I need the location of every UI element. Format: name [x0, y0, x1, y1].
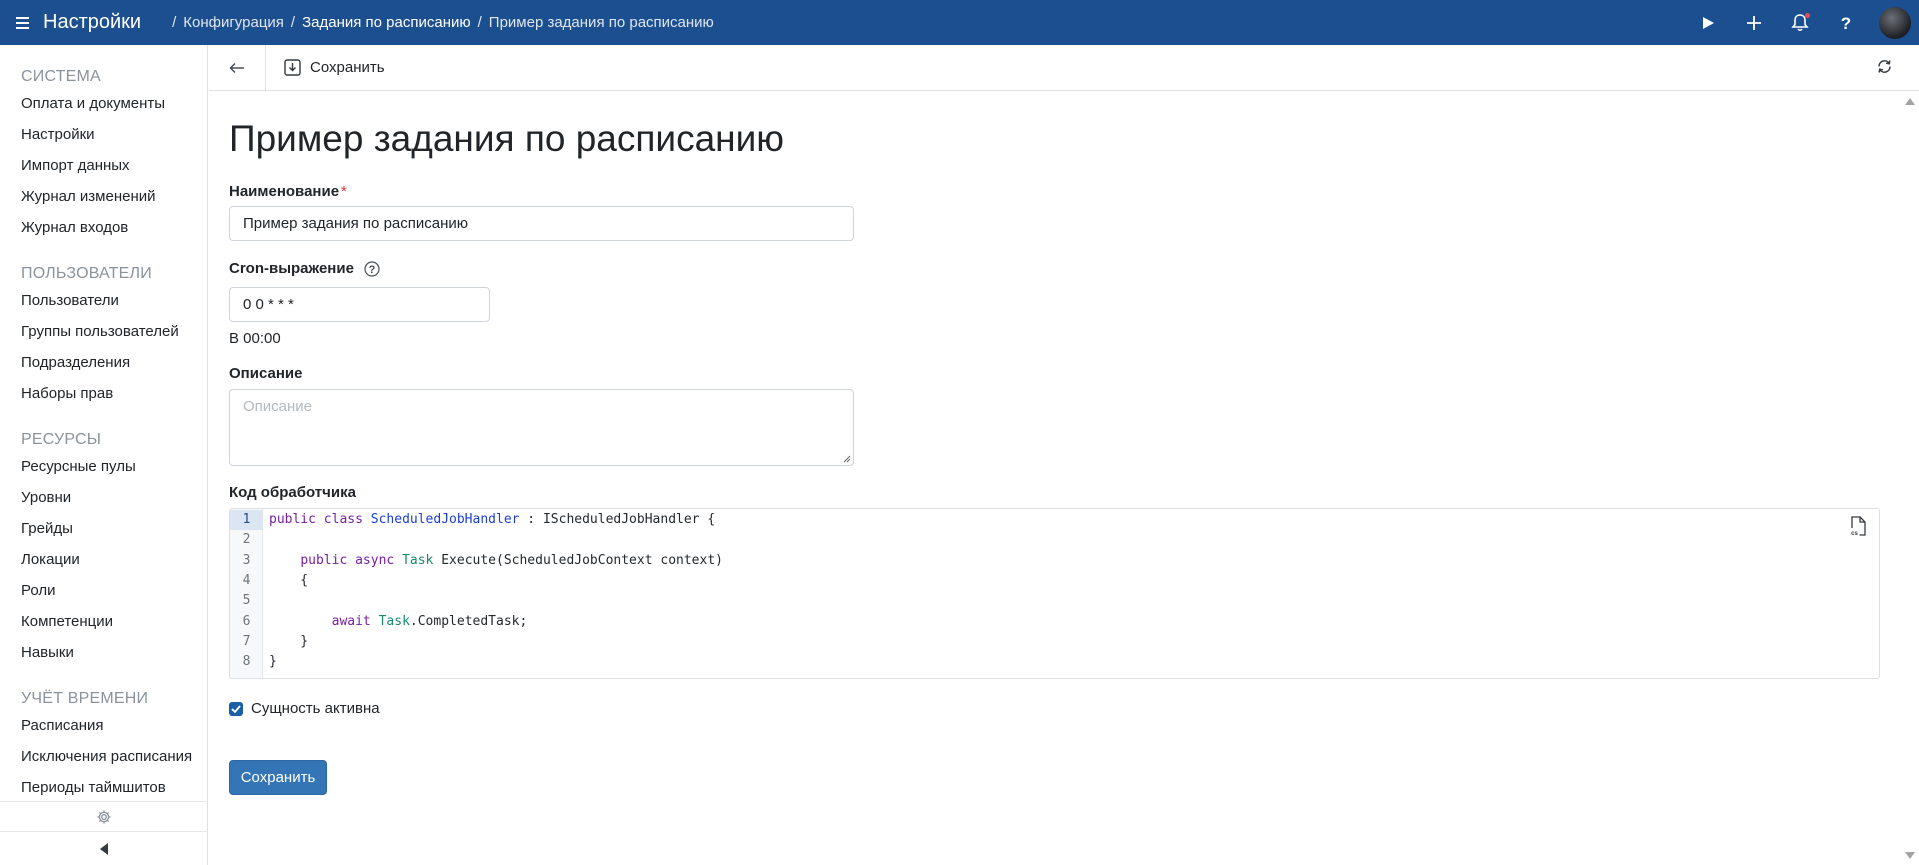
breadcrumb-current-page: Пример задания по расписанию [488, 14, 714, 31]
sidebar-section-users: Пользователи [21, 265, 152, 282]
svg-text:cs: cs [1851, 531, 1858, 537]
cron-label-text: Cron-выражение [229, 260, 354, 277]
top-bar: Настройки / Конфигурация / Задания по ра… [0, 0, 1919, 45]
code-line: public async Task Execute(ScheduledJobCo… [300, 553, 723, 568]
sidebar-item-settings[interactable]: Настройки [0, 119, 195, 150]
svg-text:?: ? [1841, 14, 1851, 32]
sidebar-item-timesheet-periods[interactable]: Периоды таймшитов [0, 772, 195, 801]
back-arrow-icon[interactable] [209, 44, 266, 91]
sidebar-item-user-groups[interactable]: Группы пользователей [0, 316, 195, 347]
sidebar-footer [0, 801, 208, 865]
name-label-text: Наименование [229, 183, 340, 200]
app-title[interactable]: Настройки [43, 11, 141, 34]
toolbar: Сохранить [209, 44, 1919, 91]
line-number: 3 [242, 553, 251, 568]
line-number: 4 [242, 573, 251, 588]
sidebar-item-schedules[interactable]: Расписания [0, 710, 195, 741]
question-circle-icon[interactable]: ? [364, 260, 380, 277]
sidebar-item-levels[interactable]: Уровни [0, 482, 195, 513]
csharp-file-icon[interactable]: cs [1849, 516, 1867, 542]
sidebar-item-users[interactable]: Пользователи [0, 285, 195, 316]
breadcrumb-configuration[interactable]: Конфигурация [183, 14, 284, 31]
save-button[interactable]: Сохранить [229, 760, 327, 795]
active-checkbox-label: Сущность активна [251, 700, 380, 717]
sidebar-item-competencies[interactable]: Компетенции [0, 606, 195, 637]
line-number: 7 [242, 634, 251, 649]
sidebar-item-resource-pools[interactable]: Ресурсные пулы [0, 451, 195, 482]
plus-icon[interactable] [1731, 0, 1777, 45]
toolbar-save-label: Сохранить [310, 59, 385, 76]
gear-icon[interactable] [0, 802, 208, 832]
active-checkbox-row[interactable]: Сущность активна [229, 700, 380, 717]
name-label: Наименование * [229, 183, 347, 200]
menu-icon[interactable] [16, 16, 36, 29]
line-number: 6 [242, 614, 251, 629]
sidebar-menu: Система Оплата и документы Настройки Имп… [0, 45, 208, 801]
line-number: 8 [242, 654, 251, 669]
code-line: } [269, 654, 277, 669]
code-editor[interactable]: 1 2 3 4 5 6 7 8 public class ScheduledJo… [229, 508, 1880, 679]
active-checkbox[interactable] [229, 701, 243, 716]
refresh-icon[interactable] [1876, 58, 1893, 80]
sidebar-item-locations[interactable]: Локации [0, 544, 195, 575]
code-line: public class ScheduledJobHandler : ISche… [269, 512, 716, 527]
vertical-scrollbar[interactable] [1901, 92, 1919, 865]
breadcrumb-scheduled-jobs[interactable]: Задания по расписанию [302, 14, 471, 31]
main-content: Пример задания по расписанию Наименовани… [209, 92, 1901, 865]
description-placeholder: Описание [243, 398, 313, 415]
sidebar-item-schedule-exceptions[interactable]: Исключения расписания [0, 741, 195, 772]
bell-icon[interactable] [1777, 0, 1823, 45]
help-icon[interactable]: ? [1823, 0, 1869, 45]
line-number: 5 [242, 593, 251, 608]
sidebar-section-system: Система [21, 68, 101, 85]
sidebar-item-roles[interactable]: Роли [0, 575, 195, 606]
page-title: Пример задания по расписанию [229, 118, 785, 159]
sidebar-section-time-tracking: Учёт времени [21, 690, 149, 707]
code-line: await Task.CompletedTask; [331, 614, 528, 629]
handler-code-label: Код обработчика [229, 484, 356, 501]
sidebar-section-resources: Ресурсы [21, 431, 102, 448]
cron-hint: В 00:00 [229, 330, 281, 347]
code-line: } [269, 634, 309, 649]
line-number: 2 [242, 532, 251, 547]
avatar[interactable] [1879, 6, 1911, 39]
save-icon [284, 59, 301, 76]
top-actions: ? [1685, 0, 1919, 45]
sidebar-item-departments[interactable]: Подразделения [0, 347, 195, 378]
description-label: Описание [229, 365, 303, 382]
svg-text:?: ? [369, 264, 376, 276]
line-number: 1 [230, 510, 263, 530]
breadcrumb-separator: / [290, 14, 296, 31]
scroll-up-arrow-icon[interactable] [1905, 98, 1915, 105]
name-input[interactable]: Пример задания по расписанию [229, 206, 854, 241]
cron-input[interactable]: 0 0 * * * [229, 287, 490, 322]
sidebar-item-permission-sets[interactable]: Наборы прав [0, 378, 195, 409]
sidebar-item-payment-documents[interactable]: Оплата и документы [0, 88, 195, 119]
sidebar-item-grades[interactable]: Грейды [0, 513, 195, 544]
breadcrumb-separator: / [172, 14, 177, 31]
resize-handle-icon[interactable] [842, 454, 851, 463]
sidebar-item-login-log[interactable]: Журнал входов [0, 212, 195, 243]
notification-dot [1805, 13, 1810, 18]
scroll-down-arrow-icon[interactable] [1905, 852, 1915, 859]
play-icon[interactable] [1685, 0, 1731, 45]
sidebar-item-data-import[interactable]: Импорт данных [0, 150, 195, 181]
breadcrumb: / Конфигурация / Задания по расписанию /… [165, 14, 714, 31]
sidebar-item-change-log[interactable]: Журнал изменений [0, 181, 195, 212]
breadcrumb-separator: / [477, 14, 482, 31]
code-line: { [269, 573, 309, 588]
sidebar: Система Оплата и документы Настройки Имп… [0, 45, 208, 865]
cron-label: Cron-выражение ? [229, 260, 380, 277]
required-marker: * [341, 183, 347, 200]
collapse-left-icon[interactable] [0, 832, 208, 865]
toolbar-save-button[interactable]: Сохранить [284, 59, 385, 76]
sidebar-item-skills[interactable]: Навыки [0, 637, 195, 668]
description-textarea[interactable]: Описание [229, 389, 854, 466]
